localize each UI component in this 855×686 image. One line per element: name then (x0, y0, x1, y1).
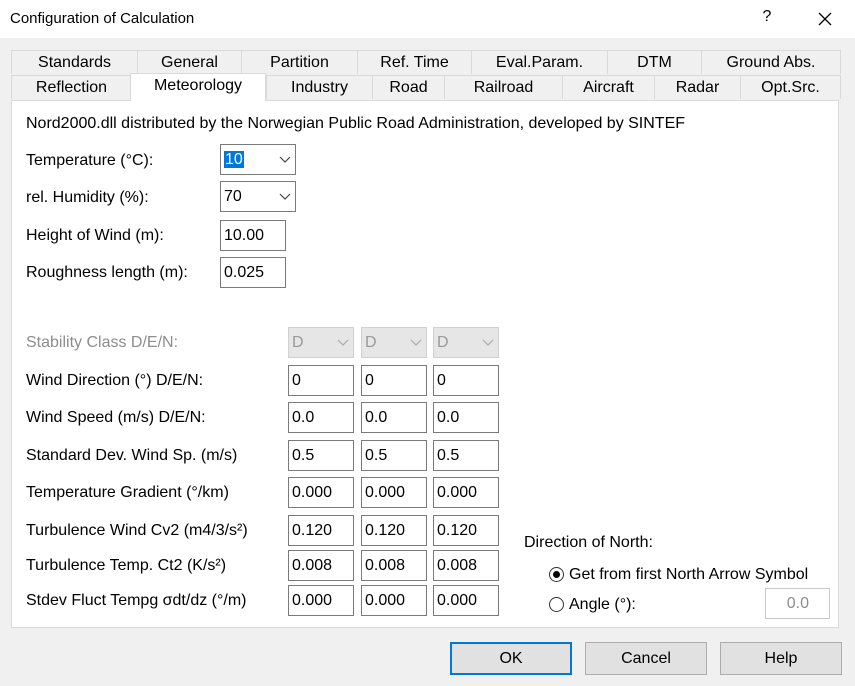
wind-speed-day-input[interactable]: 0.0 (288, 402, 354, 433)
tab-radar[interactable]: Radar (654, 75, 740, 99)
turbulence-temp-label: Turbulence Temp. Ct2 (K/s²) (26, 557, 227, 574)
wind-speed-evening-input[interactable]: 0.0 (361, 402, 427, 433)
roughness-input[interactable]: 0.025 (220, 257, 286, 288)
chevron-down-icon (279, 156, 291, 163)
humidity-value: 70 (224, 188, 242, 205)
temp-gradient-evening-input[interactable]: 0.000 (361, 477, 427, 508)
tab-railroad[interactable]: Railroad (444, 75, 562, 99)
temp-gradient-night-input[interactable]: 0.000 (433, 477, 499, 508)
turbulence-temp-day-input[interactable]: 0.008 (288, 550, 354, 581)
north-angle-input[interactable]: 0.0 (765, 588, 830, 619)
tab-opt-src[interactable]: Opt.Src. (740, 75, 841, 99)
temp-gradient-day-input[interactable]: 0.000 (288, 477, 354, 508)
turbulence-wind-evening-input[interactable]: 0.120 (361, 515, 427, 546)
wind-direction-evening-input[interactable]: 0 (361, 365, 427, 396)
temperature-value: 10 (224, 151, 244, 168)
stdev-fluct-night-input[interactable]: 0.000 (433, 585, 499, 616)
stdev-fluct-day-input[interactable]: 0.000 (288, 585, 354, 616)
chevron-down-icon (279, 193, 291, 200)
tab-reflection[interactable]: Reflection (11, 75, 131, 99)
tab-meteorology[interactable]: Meteorology (130, 73, 266, 101)
stability-evening-value: D (365, 334, 377, 351)
meteorology-panel: Nord2000.dll distributed by the Norwegia… (11, 100, 839, 628)
stability-night-select[interactable]: D (433, 327, 499, 358)
north-angle-radio[interactable] (549, 597, 564, 612)
window-title: Configuration of Calculation (10, 10, 195, 27)
turbulence-temp-evening-input[interactable]: 0.008 (361, 550, 427, 581)
help-button[interactable]: Help (720, 642, 842, 675)
close-icon[interactable] (812, 6, 838, 32)
std-dev-wind-label: Standard Dev. Wind Sp. (m/s) (26, 447, 238, 464)
stdev-fluct-evening-input[interactable]: 0.000 (361, 585, 427, 616)
tab-eval-param[interactable]: Eval.Param. (471, 50, 607, 74)
tab-ground-abs[interactable]: Ground Abs. (701, 50, 841, 74)
wind-height-label: Height of Wind (m): (26, 227, 164, 244)
humidity-select[interactable]: 70 (220, 181, 296, 212)
std-dev-wind-night-input[interactable]: 0.5 (433, 440, 499, 471)
north-from-arrow-radio[interactable] (549, 567, 564, 582)
stability-label: Stability Class D/E/N: (26, 334, 179, 351)
stability-day-value: D (292, 334, 304, 351)
cancel-button[interactable]: Cancel (585, 642, 707, 675)
turbulence-wind-night-input[interactable]: 0.120 (433, 515, 499, 546)
wind-height-input[interactable]: 10.00 (220, 220, 286, 251)
turbulence-wind-label: Turbulence Wind Cv2 (m4/3/s²) (26, 522, 248, 539)
tab-road[interactable]: Road (372, 75, 444, 99)
tab-ref-time[interactable]: Ref. Time (357, 50, 471, 74)
tab-general[interactable]: General (137, 50, 241, 74)
stdev-fluct-label: Stdev Fluct Tempg σdt/dz (°/m) (26, 592, 247, 609)
tab-standards[interactable]: Standards (11, 50, 137, 74)
chevron-down-icon (337, 339, 349, 346)
temp-gradient-label: Temperature Gradient (°/km) (26, 484, 229, 501)
wind-direction-night-input[interactable]: 0 (433, 365, 499, 396)
chevron-down-icon (482, 339, 494, 346)
tab-industry[interactable]: Industry (266, 75, 372, 99)
north-heading: Direction of North: (524, 534, 653, 551)
tab-aircraft[interactable]: Aircraft (562, 75, 654, 99)
std-dev-wind-day-input[interactable]: 0.5 (288, 440, 354, 471)
wind-direction-day-input[interactable]: 0 (288, 365, 354, 396)
north-angle-label[interactable]: Angle (°): (569, 596, 636, 614)
humidity-label: rel. Humidity (%): (26, 189, 149, 206)
tab-partition[interactable]: Partition (241, 50, 357, 74)
info-text: Nord2000.dll distributed by the Norwegia… (26, 115, 686, 132)
help-question-button[interactable]: ? (760, 8, 774, 26)
stability-evening-select[interactable]: D (361, 327, 427, 358)
std-dev-wind-evening-input[interactable]: 0.5 (361, 440, 427, 471)
stability-day-select[interactable]: D (288, 327, 354, 358)
ok-button[interactable]: OK (450, 642, 572, 675)
chevron-down-icon (410, 339, 422, 346)
temperature-select[interactable]: 10 (220, 144, 296, 175)
roughness-label: Roughness length (m): (26, 264, 188, 281)
temperature-label: Temperature (°C): (26, 152, 154, 169)
stability-night-value: D (437, 334, 449, 351)
wind-speed-night-input[interactable]: 0.0 (433, 402, 499, 433)
wind-speed-label: Wind Speed (m/s) D/E/N: (26, 409, 206, 426)
turbulence-temp-night-input[interactable]: 0.008 (433, 550, 499, 581)
tab-dtm[interactable]: DTM (607, 50, 701, 74)
north-from-arrow-label[interactable]: Get from first North Arrow Symbol (569, 566, 808, 584)
turbulence-wind-day-input[interactable]: 0.120 (288, 515, 354, 546)
wind-direction-label: Wind Direction (°) D/E/N: (26, 372, 204, 389)
